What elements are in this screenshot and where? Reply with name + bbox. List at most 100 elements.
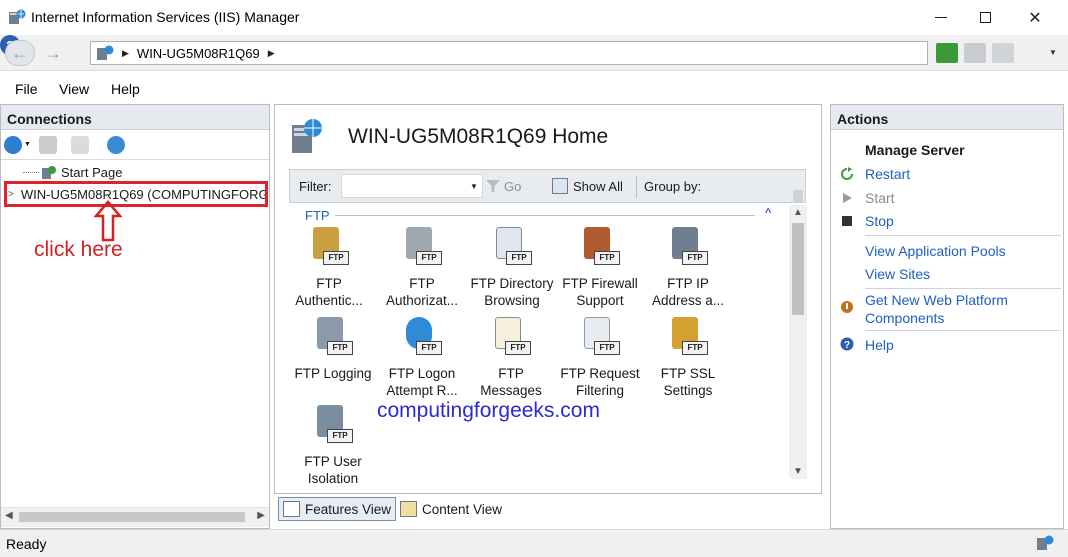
start-icon — [843, 193, 852, 203]
restart-action[interactable]: Restart — [865, 166, 910, 182]
menu-help[interactable]: Help — [111, 81, 140, 97]
filter-scroll-button[interactable] — [793, 190, 803, 202]
ftp-messages-icon: FTP — [491, 317, 531, 357]
show-all-icon — [552, 178, 568, 194]
tab-features-view[interactable]: Features View — [278, 497, 396, 521]
feature-ftp-firewall-support[interactable]: FTP FTP Firewall Support — [556, 227, 644, 309]
save-icon[interactable] — [39, 136, 57, 154]
ftp-request-filtering-icon: FTP — [580, 317, 620, 357]
stop-icon — [842, 216, 852, 226]
feature-label: FTP Authorizat... — [385, 276, 459, 308]
menu-view[interactable]: View — [59, 81, 89, 97]
back-arrow-icon: ← — [11, 42, 29, 63]
feature-label: FTP Firewall Support — [562, 276, 638, 308]
feature-ftp-request-filtering[interactable]: FTP FTP Request Filtering — [556, 317, 644, 399]
maximize-icon — [979, 12, 991, 23]
content-view-icon — [400, 501, 417, 517]
refresh-icon[interactable] — [936, 43, 958, 63]
start-action[interactable]: Start — [865, 190, 895, 206]
chevron-down-icon[interactable]: ▼ — [24, 141, 31, 148]
feature-label: FTP User Isolation — [304, 454, 362, 486]
collapse-icon[interactable]: ^ — [765, 207, 771, 219]
address-breadcrumb[interactable]: ▶ WIN-UG5M08R1Q69 ▶ — [90, 41, 928, 65]
group-by-label[interactable]: Group by: — [644, 179, 701, 194]
home-pane: WIN-UG5M08R1Q69 Home Filter: ▼ Go Show A… — [274, 104, 822, 494]
feature-ftp-authentication[interactable]: FTP FTP Authentic... — [285, 227, 373, 309]
ftp-ssl-lock-icon: FTP — [668, 317, 708, 357]
feature-ftp-logon-attempt[interactable]: FTP FTP Logon Attempt R... — [378, 317, 466, 399]
page-title: WIN-UG5M08R1Q69 Home — [348, 125, 609, 148]
breadcrumb-server[interactable]: WIN-UG5M08R1Q69 — [137, 46, 260, 61]
stop-action[interactable]: Stop — [865, 213, 894, 229]
ftp-firewall-icon: FTP — [580, 227, 620, 267]
chevron-right-icon[interactable]: > — [8, 189, 14, 200]
feature-ftp-user-isolation[interactable]: FTP FTP User Isolation — [289, 405, 377, 487]
funnel-icon — [486, 180, 500, 192]
scroll-thumb[interactable] — [19, 512, 245, 522]
ftp-directory-browsing-icon: FTP — [492, 227, 532, 267]
minimize-icon — [935, 17, 947, 18]
address-bar: ← → ▶ WIN-UG5M08R1Q69 ▶ ? ▼ — [0, 35, 1068, 71]
server-icon — [97, 45, 114, 60]
window-title: Internet Information Services (IIS) Mana… — [31, 9, 300, 25]
ftp-user-isolation-icon: FTP — [313, 405, 353, 445]
tree-item-start-page[interactable]: Start Page — [23, 165, 122, 180]
view-sites-action[interactable]: View Sites — [865, 266, 930, 282]
scroll-left-icon[interactable]: ◀ — [5, 510, 13, 521]
features-view-icon — [283, 501, 300, 517]
feature-ftp-messages[interactable]: FTP FTP Messages — [467, 317, 555, 399]
connections-toolbar: ▼ — [1, 130, 269, 160]
view-application-pools-action[interactable]: View Application Pools — [865, 243, 1006, 259]
feature-ftp-logging[interactable]: FTP FTP Logging — [289, 317, 377, 382]
scroll-down-icon[interactable]: ▼ — [793, 466, 803, 477]
maximize-button[interactable] — [962, 0, 1008, 35]
feature-ftp-ip-address[interactable]: FTP FTP IP Address a... — [644, 227, 732, 309]
minimize-button[interactable] — [918, 0, 964, 35]
ftp-authentication-icon: FTP — [309, 227, 349, 267]
manage-server-heading: Manage Server — [865, 142, 965, 158]
menu-file[interactable]: File — [15, 81, 38, 97]
tab-content-view[interactable]: Content View — [400, 497, 520, 521]
status-text: Ready — [6, 536, 47, 552]
restart-icon — [841, 167, 853, 180]
feature-label: FTP Directory Browsing — [470, 276, 554, 308]
help-action[interactable]: Help — [865, 337, 894, 353]
actions-header: Actions — [831, 105, 1063, 130]
forward-arrow-icon: → — [44, 42, 62, 63]
scroll-thumb[interactable] — [792, 223, 804, 315]
forward-button[interactable]: → — [38, 40, 68, 66]
chevron-down-icon[interactable]: ▼ — [1049, 48, 1057, 57]
tree-item-server[interactable]: > WIN-UG5M08R1Q69 (COMPUTINGFORGEEKS — [4, 181, 268, 207]
breadcrumb-separator-icon[interactable]: ▶ — [268, 48, 275, 59]
breadcrumb-separator-icon[interactable]: ▶ — [122, 48, 129, 59]
disconnect-icon[interactable] — [107, 136, 125, 154]
horizontal-scrollbar[interactable]: ◀ ▶ — [1, 507, 269, 527]
feature-label: FTP Logon Attempt R... — [386, 366, 458, 398]
go-button[interactable]: Go — [504, 179, 521, 194]
click-here-annotation: click here — [34, 238, 123, 261]
feature-label: FTP IP Address a... — [651, 276, 725, 308]
vertical-scrollbar[interactable]: ▲ ▼ — [789, 205, 807, 479]
up-level-icon[interactable] — [71, 136, 89, 154]
chevron-down-icon[interactable]: ▼ — [470, 182, 478, 191]
home-icon[interactable] — [992, 43, 1014, 63]
connect-icon[interactable] — [4, 136, 22, 154]
feature-ftp-ssl-settings[interactable]: FTP FTP SSL Settings — [644, 317, 732, 399]
feature-ftp-authorization[interactable]: FTP FTP Authorizat... — [378, 227, 466, 309]
close-button[interactable]: ✕ — [1012, 0, 1058, 35]
stop-icon[interactable] — [964, 43, 986, 63]
tree-item-label: Start Page — [61, 165, 123, 180]
feature-ftp-directory-browsing[interactable]: FTP FTP Directory Browsing — [467, 227, 557, 309]
feature-label: FTP Logging — [294, 366, 372, 381]
ftp-authorization-icon: FTP — [402, 227, 442, 267]
feature-label: FTP SSL Settings — [660, 366, 716, 398]
show-all-button[interactable]: Show All — [573, 179, 623, 194]
server-icon — [292, 119, 322, 153]
back-button[interactable]: ← — [5, 40, 35, 66]
filter-input[interactable] — [341, 174, 483, 198]
scroll-right-icon[interactable]: ▶ — [257, 510, 265, 521]
get-web-platform-action-line2[interactable]: Components — [865, 310, 944, 326]
scroll-up-icon[interactable]: ▲ — [793, 207, 803, 218]
section-header-ftp: FTP — [305, 208, 330, 223]
get-web-platform-action[interactable]: Get New Web Platform — [865, 292, 1008, 308]
